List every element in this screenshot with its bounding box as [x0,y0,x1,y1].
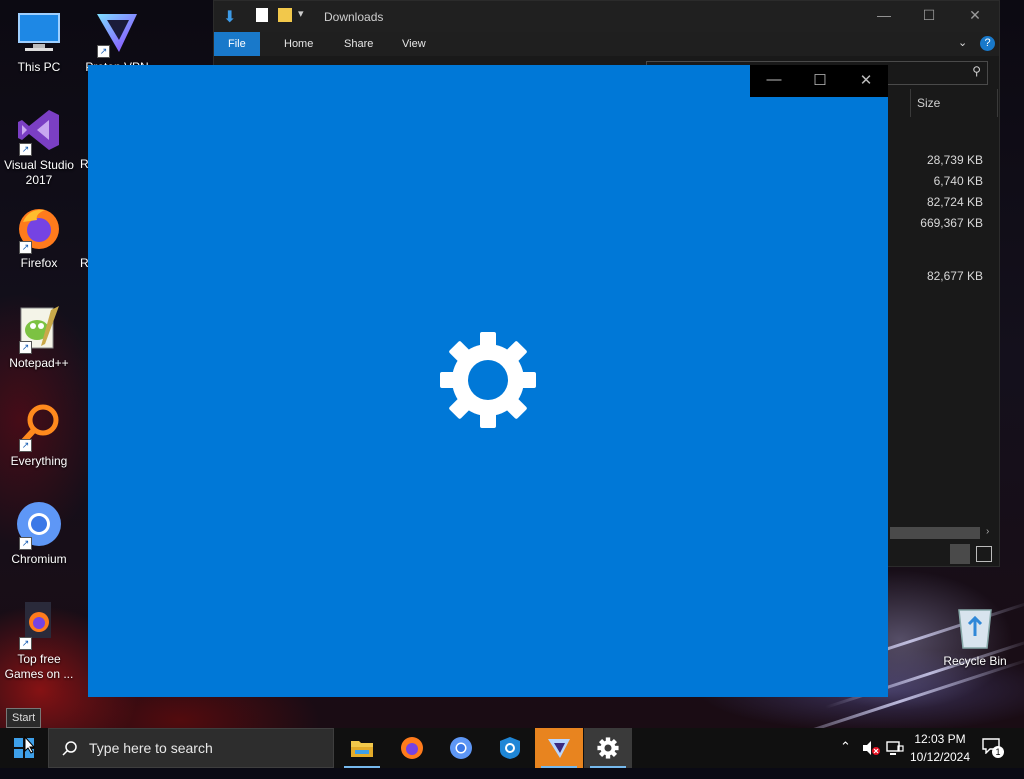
minimize-button[interactable]: — [869,7,899,27]
desktop-icon-visual-studio[interactable]: ↗ Visual Studio 2017 [0,106,78,188]
shortcut-arrow-icon: ↗ [19,637,32,650]
desktop-icon-top-free-games[interactable]: ↗ Top free Games on ... [0,600,78,682]
shortcut-arrow-icon: ↗ [19,341,32,354]
maximize-button[interactable]: ☐ [914,7,944,27]
desktop-icon-notepadpp[interactable]: ↗ Notepad++ [0,304,78,371]
shortcut-arrow-icon: ↗ [97,45,110,58]
clock-time: 12:03 PM [914,732,966,746]
minimize-button[interactable]: — [754,71,794,91]
taskbar-firefox[interactable] [388,728,436,768]
column-header-size[interactable]: Size [910,89,998,117]
action-center-button[interactable]: 1 [982,738,1004,758]
file-size: 82,677 KB [926,269,983,283]
horizontal-scrollbar[interactable] [890,527,980,539]
tab-view[interactable]: View [388,32,440,56]
file-size: 669,367 KB [920,216,983,230]
search-placeholder: Type here to search [89,740,213,756]
taskbar-settings[interactable] [584,728,632,768]
taskbar-search-box[interactable]: Type here to search [48,728,334,768]
customize-toolbar-icon[interactable]: ▾ [298,7,304,20]
recycle-bin-icon [951,602,999,650]
desktop-icon-recycle-bin[interactable]: Recycle Bin [936,602,1014,669]
search-icon [62,741,77,756]
desktop-icon-label: Recycle Bin [943,654,1007,668]
explorer-titlebar[interactable]: ⬇ ▾ Downloads — ☐ ✕ [214,1,999,32]
chromium-icon [450,737,472,759]
desktop-icon-label: Everything [10,454,68,468]
system-clock[interactable]: 12:03 PM 10/12/2024 [904,730,976,766]
taskbar-proton-vpn[interactable] [535,728,583,768]
properties-icon[interactable] [256,8,268,22]
visual-studio-icon: ↗ [15,106,63,156]
new-folder-icon[interactable] [278,8,292,22]
desktop-icon-chromium[interactable]: ↗ Chromium [0,500,78,567]
edge-icon [500,737,520,759]
proton-vpn-icon: ↗ [93,8,141,58]
shortcut-arrow-icon: ↗ [19,241,32,254]
notepadpp-icon: ↗ [15,304,63,354]
tab-file[interactable]: File [214,32,260,56]
desktop-icon-label: Chromium [11,552,67,566]
details-view-icon[interactable] [950,544,970,564]
desktop-icon-label: This PC [17,60,61,74]
taskbar: Type here to search ⌃ 12:03 PM 10/12/202… [0,728,1024,768]
gear-icon [597,737,619,759]
file-size: 82,724 KB [926,195,983,209]
monitor-icon [15,8,63,56]
large-icons-view-icon[interactable] [976,546,992,562]
show-hidden-icons-icon[interactable]: ⌃ [840,739,851,779]
settings-titlebar-controls: — ☐ ✕ [750,65,888,97]
chromium-icon: ↗ [15,500,63,550]
volume-muted-icon[interactable] [862,740,880,756]
file-size: 6,740 KB [933,174,983,188]
maximize-button[interactable]: ☐ [800,71,840,91]
close-button[interactable]: ✕ [846,71,886,91]
notification-badge: 1 [992,746,1004,758]
clock-date: 10/12/2024 [909,750,971,764]
taskbar-edge[interactable] [486,728,534,768]
taskbar-file-explorer[interactable] [338,728,386,768]
network-icon[interactable] [886,740,904,756]
scroll-right-icon[interactable]: › [986,526,989,537]
folder-icon [351,741,373,757]
explorer-title: Downloads [324,10,384,24]
desktop-icon-label: Notepad++ [9,356,69,370]
close-button[interactable]: ✕ [960,7,990,27]
tab-share[interactable]: Share [330,32,387,56]
download-arrow-icon: ⬇ [223,9,237,26]
tab-home[interactable]: Home [270,32,327,56]
desktop-icon-label: Visual Studio 2017 [4,158,74,187]
firefox-icon [401,737,423,759]
settings-window[interactable]: — ☐ ✕ [88,65,888,697]
desktop-icon-this-pc[interactable]: This PC [0,8,78,75]
help-icon[interactable]: ? [980,36,995,51]
start-tooltip: Start [6,708,42,728]
expand-ribbon-icon[interactable]: ⌄ [958,36,967,49]
mouse-cursor-icon [24,736,36,754]
explorer-ribbon: File Home Share View ⌄ ? [214,32,999,56]
start-button[interactable] [0,728,48,768]
document-firefox-icon: ↗ [15,600,63,650]
desktop-icon-everything[interactable]: ↗ Everything [0,402,78,469]
magnifier-icon: ↗ [15,402,63,452]
file-size: 28,739 KB [926,153,983,167]
proton-vpn-icon [548,739,570,758]
desktop-icon-label: Top free Games on ... [4,652,74,681]
shortcut-arrow-icon: ↗ [19,537,32,550]
desktop-icon-label: Firefox [20,256,58,270]
gear-icon [440,332,536,428]
shortcut-arrow-icon: ↗ [19,439,32,452]
firefox-icon: ↗ [15,204,63,254]
desktop-icon-firefox[interactable]: ↗ Firefox [0,204,78,271]
taskbar-chromium[interactable] [437,728,485,768]
shortcut-arrow-icon: ↗ [19,143,32,156]
search-icon: ⚲ [972,64,981,78]
